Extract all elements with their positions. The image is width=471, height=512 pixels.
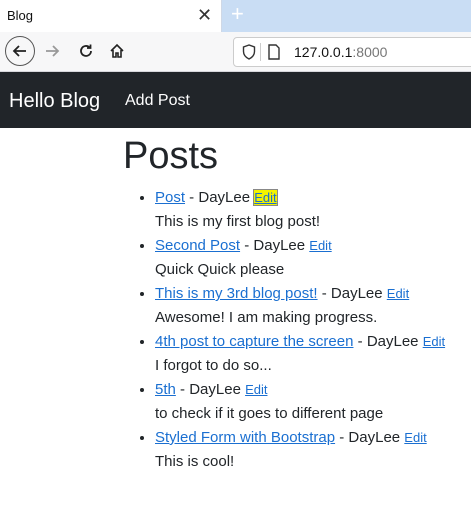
post-author: DayLee [198, 189, 251, 206]
post-body: Awesome! I am making progress. [155, 309, 378, 326]
page-icon[interactable] [267, 44, 281, 60]
list-item: 4th post to capture the screen - DayLee … [155, 330, 445, 378]
forward-button[interactable] [38, 37, 66, 65]
reload-button[interactable] [72, 37, 100, 65]
browser-tab-strip: Blog ✕ + [0, 0, 471, 32]
browser-tab[interactable]: Blog ✕ [0, 0, 222, 32]
edit-link[interactable]: Edit [309, 238, 331, 253]
add-post-link[interactable]: Add Post [125, 92, 190, 110]
shield-icon[interactable] [242, 44, 256, 60]
separator: - [317, 285, 331, 302]
edit-link[interactable]: Edit [245, 382, 267, 397]
edit-link[interactable]: Edit [404, 430, 426, 445]
separator: - [240, 237, 254, 254]
post-title-link[interactable]: Styled Form with Bootstrap [155, 429, 335, 446]
post-author: DayLee [253, 237, 306, 254]
new-tab-icon[interactable]: + [231, 2, 244, 26]
post-title-link[interactable]: This is my 3rd blog post! [155, 285, 318, 302]
post-body: I forgot to do so... [155, 357, 272, 374]
home-icon [110, 43, 124, 58]
post-body: Quick Quick please [155, 261, 285, 278]
back-arrow-icon [12, 45, 26, 57]
url-bar[interactable]: 127.0.0.1:8000 [233, 37, 471, 67]
edit-link[interactable]: Edit [387, 286, 409, 301]
tab-title: Blog [7, 8, 34, 23]
page-title: Posts [123, 135, 219, 177]
post-title-link[interactable]: 4th post to capture the screen [155, 333, 353, 350]
app-navbar: Hello Blog Add Post [0, 72, 471, 128]
list-item: Post - DayLee Edit This is my first blog… [155, 186, 445, 234]
list-item: 5th - DayLee Edit to check if it goes to… [155, 378, 445, 426]
post-body: This is cool! [155, 453, 235, 470]
forward-arrow-icon [46, 45, 60, 57]
reload-icon [80, 44, 92, 57]
url-separator [260, 43, 261, 61]
list-item: Styled Form with Bootstrap - DayLee Edit… [155, 426, 445, 474]
separator: - [335, 429, 349, 446]
post-author: DayLee [348, 429, 401, 446]
post-author: DayLee [189, 381, 241, 398]
post-title-link[interactable]: Post [155, 189, 185, 206]
url-port: :8000 [352, 44, 388, 60]
post-list: Post - DayLee Edit This is my first blog… [125, 186, 445, 474]
back-button[interactable] [5, 36, 35, 66]
home-button[interactable] [103, 37, 131, 65]
navbar-brand[interactable]: Hello Blog [9, 90, 100, 113]
separator: - [175, 381, 190, 398]
list-item: This is my 3rd blog post! - DayLee Edit … [155, 282, 445, 330]
post-author: DayLee [330, 285, 383, 302]
edit-link[interactable]: Edit [253, 189, 278, 206]
post-body: to check if it goes to different page [155, 405, 384, 422]
browser-toolbar: 127.0.0.1:8000 [0, 32, 471, 72]
url-text[interactable]: 127.0.0.1:8000 [294, 44, 387, 60]
edit-link[interactable]: Edit [423, 334, 445, 349]
separator: - [353, 333, 367, 350]
post-author: DayLee [366, 333, 419, 350]
post-title-link[interactable]: Second Post [155, 237, 240, 254]
url-host: 127.0.0.1 [294, 44, 353, 60]
post-title-link[interactable]: 5th [155, 381, 176, 398]
post-body: This is my first blog post! [155, 213, 321, 230]
separator: - [185, 189, 199, 206]
list-item: Second Post - DayLee Edit Quick Quick pl… [155, 234, 445, 282]
tab-close-icon[interactable]: ✕ [197, 5, 212, 25]
